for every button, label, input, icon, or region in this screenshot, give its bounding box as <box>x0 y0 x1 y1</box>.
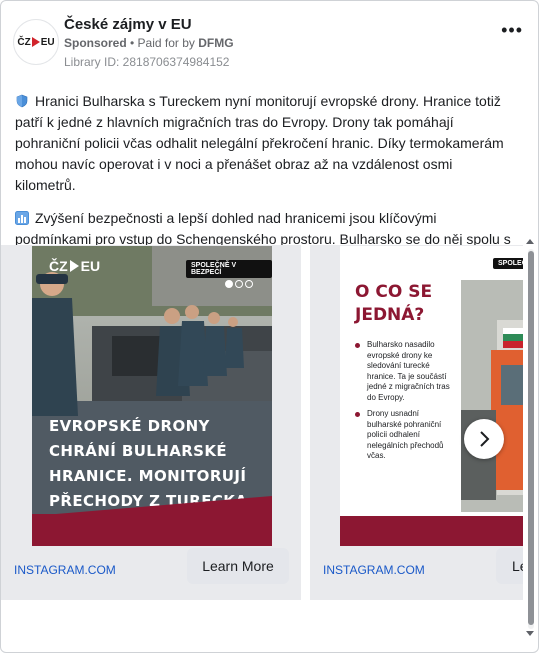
more-options-button[interactable]: ••• <box>501 21 523 39</box>
chart-icon <box>15 211 29 225</box>
sponsored-label: Sponsored <box>64 36 127 50</box>
card-1-logo-left: ČZ <box>49 258 68 274</box>
card-2-bullet-2: Drony usnadní bulharské pohraniční polic… <box>355 409 455 462</box>
carousel-next-button[interactable] <box>464 419 504 459</box>
ad-card: ČZ EU České zájmy v EU Sponsored • Paid … <box>0 0 539 653</box>
card-1-ribbon: SPOLEČNĚ V BEZPEČÍ <box>186 260 272 278</box>
logo-left-text: ČZ <box>17 36 31 48</box>
slide-dot-active-icon <box>225 280 233 288</box>
card-2-bullet-1: Bulharsko nasadilo evropské drony ke sle… <box>355 340 455 403</box>
post-header: ČZ EU České zájmy v EU Sponsored • Paid … <box>13 16 523 73</box>
card-2-photo <box>461 280 523 512</box>
logo-arrow-icon <box>31 37 40 47</box>
card-2-image[interactable]: SPOLEČ O CO SE JEDNÁ? Bulharsko nasadilo… <box>340 246 523 546</box>
slide-indicator <box>225 280 253 288</box>
scroll-up-arrow-icon[interactable] <box>526 239 534 244</box>
scrollbar-thumb[interactable] <box>528 251 534 625</box>
page-name[interactable]: České zájmy v EU <box>64 16 192 33</box>
card-2-ribbon: SPOLEČ <box>493 258 523 269</box>
paid-for-prefix: • Paid for by <box>130 36 195 50</box>
paragraph-1-text: Hranici Bulharska s Tureckem nyní monito… <box>15 93 504 193</box>
card-1-logo-right: EU <box>80 258 101 274</box>
page-avatar[interactable]: ČZ EU <box>13 19 59 65</box>
card-1-source[interactable]: INSTAGRAM.COM <box>14 563 116 577</box>
card-2-bullets: Bulharsko nasadilo evropské drony ke sle… <box>355 340 455 468</box>
library-id: Library ID: 2818706374984152 <box>64 55 230 69</box>
vertical-scrollbar[interactable] <box>525 239 535 641</box>
carousel-card-1[interactable]: ČZ EU SPOLEČNĚ V BEZPEČÍ Evropské drony … <box>1 245 301 600</box>
card-1-image[interactable]: ČZ EU SPOLEČNĚ V BEZPEČÍ Evropské drony … <box>32 246 272 546</box>
card-2-accent-bar <box>340 516 523 546</box>
card-2-source[interactable]: INSTAGRAM.COM <box>323 563 425 577</box>
card-1-accent-shape <box>32 496 272 516</box>
card-1-logo: ČZ EU <box>49 258 100 274</box>
sponsored-line: Sponsored • Paid for by DFMG <box>64 36 234 50</box>
slide-dot-icon <box>235 280 243 288</box>
ad-carousel[interactable]: ČZ EU SPOLEČNĚ V BEZPEČÍ Evropské drony … <box>1 245 523 603</box>
scroll-down-arrow-icon[interactable] <box>526 631 534 636</box>
card-1-accent-bar <box>32 514 272 546</box>
shield-icon <box>16 94 28 108</box>
chevron-right-icon <box>480 431 490 447</box>
page-logo: ČZ EU <box>17 37 54 48</box>
border-checkpoint-photo <box>461 280 523 512</box>
post-paragraph-2: Zvýšení bezpečnosti a lepší dohled nad h… <box>15 208 515 250</box>
card-2-heading: O CO SE JEDNÁ? <box>355 282 433 325</box>
paragraph-2-text: Zvýšení bezpečnosti a lepší dohled nad h… <box>15 210 511 247</box>
post-paragraph-1: Hranici Bulharska s Tureckem nyní monito… <box>15 91 515 196</box>
logo-arrow-icon <box>69 260 79 272</box>
slide-dot-icon <box>245 280 253 288</box>
learn-more-button-2[interactable]: Le <box>496 548 523 584</box>
post-text: Hranici Bulharska s Tureckem nyní monito… <box>15 91 515 262</box>
logo-right-text: EU <box>40 36 55 48</box>
learn-more-button[interactable]: Learn More <box>187 548 289 584</box>
paid-for-by: DFMG <box>198 36 234 50</box>
